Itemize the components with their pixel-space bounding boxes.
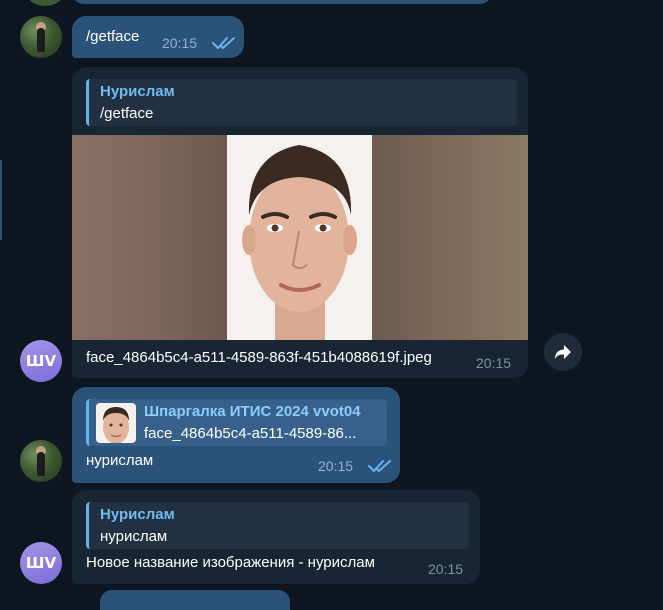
message-text: Новое название изображения - нурислам (86, 554, 375, 571)
face-illustration (242, 145, 357, 340)
message-bubble-photo[interactable]: Нурислам /getface face_4864b5c4-a511-458… (72, 67, 528, 378)
chat-edge-indicator (0, 160, 2, 240)
file-name: face_4864b5c4-a511-4589-863f-451b4088619… (86, 349, 432, 366)
message-time: 20:15 (318, 458, 354, 474)
user-photo-avatar[interactable] (20, 440, 62, 482)
reply-author: Нурислам (100, 83, 175, 100)
message-bubble-getface[interactable]: /getface 20:15 (72, 16, 244, 58)
forward-arrow-icon (555, 345, 571, 359)
previous-message-bubble[interactable] (72, 0, 492, 4)
reply-text: face_4864b5c4-a511-4589-86... (144, 425, 357, 442)
forward-button[interactable] (544, 333, 582, 371)
reply-quote[interactable]: Нурислам /getface (86, 79, 517, 126)
reply-quote[interactable]: Нурислам нурислам (86, 502, 469, 549)
bot-avatar[interactable]: ШV (20, 542, 62, 584)
message-bubble-confirmation[interactable]: Нурислам нурислам Новое название изображ… (72, 490, 480, 584)
message-time: 20:15 (428, 561, 464, 577)
reply-author: Нурислам (100, 506, 175, 523)
face-photo[interactable] (72, 135, 528, 340)
message-time: 20:15 (476, 355, 512, 371)
reply-thumbnail (96, 403, 136, 443)
reply-text: нурислам (100, 528, 168, 545)
reply-author: Шпаргалка ИТИС 2024 vvot04 (144, 403, 361, 420)
double-check-icon (212, 37, 235, 49)
user-photo-avatar[interactable] (20, 16, 62, 58)
message-text: /getface (86, 28, 140, 45)
reply-quote[interactable]: Шпаргалка ИТИС 2024 vvot04 face_4864b5c4… (86, 399, 387, 446)
message-time: 20:15 (162, 35, 198, 51)
double-check-icon (368, 460, 391, 472)
previous-avatar (24, 0, 66, 6)
reply-text: /getface (100, 105, 154, 122)
next-message-bubble[interactable] (100, 590, 290, 610)
message-bubble-reply-name[interactable]: Шпаргалка ИТИС 2024 vvot04 face_4864b5c4… (72, 387, 400, 483)
message-text: нурислам (86, 452, 154, 469)
bot-avatar[interactable]: ШV (20, 340, 62, 382)
